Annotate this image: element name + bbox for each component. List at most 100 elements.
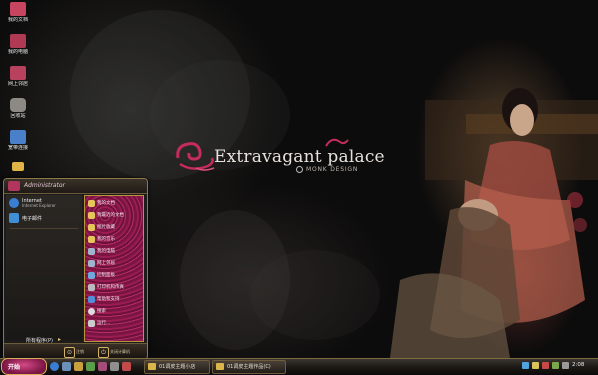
pinned-internet[interactable]: Internet Internet Explorer [8,197,80,209]
desktop-icon-folder[interactable] [2,162,34,171]
wallpaper-title: Extravagant palace [214,147,385,167]
places-item-label: 搜索 [97,309,106,314]
desktop-icon-my-documents[interactable]: 我的文档 [2,2,34,23]
recycle-bin-icon [10,98,26,112]
clock[interactable]: 2:08 [572,362,584,368]
folder-icon [12,162,24,171]
desktop-icon-network[interactable]: 网上邻居 [2,66,34,87]
lotus-leaf-decoration [250,250,380,340]
arrow-right-icon: ▸ [58,336,62,343]
desktop-icon-recycle-bin[interactable]: 回收站 [2,98,34,119]
start-button-label: 开始 [8,364,21,371]
taskbar-button[interactable]: 01调皮主题作品(C) [212,360,286,374]
desktop-icon-my-computer[interactable]: 我的电脑 [2,34,34,55]
quick-launch-icon[interactable] [86,362,95,371]
network-icon [88,260,95,267]
places-item-my-documents[interactable]: 我的文档 [88,199,136,208]
run-icon [88,320,95,327]
taskbar-button[interactable]: 01调皮主题小店 [144,360,210,374]
places-item-label: 我的音乐 [97,237,115,242]
swirl-cloud-icon [176,142,215,171]
places-item-recent[interactable]: 我最近的文档 [88,211,136,220]
network-icon [10,66,26,80]
antivirus-icon[interactable] [542,362,549,369]
ie-icon [9,198,19,208]
quick-launch-icon[interactable] [122,362,131,371]
places-item-label: 我的电脑 [97,249,115,254]
places-item-music[interactable]: 我的音乐 [88,235,136,244]
pinned-title: 电子邮件 [22,216,43,222]
start-button[interactable]: 开始 [1,358,47,375]
volume-icon[interactable] [532,362,539,369]
computer-icon [10,34,26,48]
quick-launch-icon[interactable] [98,362,107,371]
places-item-label: 图片收藏 [97,225,115,230]
desktop-icon-label: 宽带连接 [7,145,28,151]
tray-app-icon[interactable] [562,362,569,369]
help-icon [88,296,95,303]
swirl-accent-icon [325,138,349,147]
places-item-label: 控制面板 [97,273,115,278]
start-menu: Administrator Internet Internet Explorer… [3,178,148,360]
start-menu-footer: ⊙ 注销 ⏻ 关闭计算机 [4,343,147,359]
show-desktop-icon[interactable] [62,362,71,371]
desktop-icon-label: 网上邻居 [7,81,28,87]
start-menu-header: Administrator [4,179,147,194]
computer-icon [88,248,95,255]
media-player-icon[interactable] [74,362,83,371]
start-menu-places-list: 我的文档 我最近的文档 图片收藏 我的音乐 我的电脑 网上邻居 控制面板 打印机… [84,195,144,342]
places-item-pictures[interactable]: 图片收藏 [88,223,136,232]
shutdown-button[interactable]: ⏻ [98,347,109,358]
network-status-icon[interactable] [522,362,529,369]
wallpaper-subtitle-text: MONK DESIGN [306,166,359,173]
pinned-email[interactable]: 电子邮件 [8,212,80,224]
desktop-icon-broadband[interactable]: 宽带连接 [2,130,34,151]
places-item-network[interactable]: 网上邻居 [88,259,136,268]
documents-icon [10,2,26,16]
system-tray [520,360,596,372]
taskbar: 开始 01调皮主题小店 01调皮主题作品(C) 2:08 [0,358,598,375]
places-item-run[interactable]: 运行... [88,319,136,328]
folder-icon [148,363,156,370]
music-icon [88,236,95,243]
places-item-label: 网上邻居 [97,261,115,266]
documents-icon [88,200,95,207]
desktop-icon-label: 回收站 [10,113,26,119]
broadband-icon [10,130,26,144]
pinned-subtitle: Internet Explorer [22,203,56,208]
places-item-search[interactable]: 搜索 [88,307,136,316]
places-item-label: 我的文档 [97,201,115,206]
wallpaper-photo [390,88,598,358]
email-icon [9,213,19,223]
pictures-icon [88,224,95,231]
wallpaper-subtitle: MONK DESIGN [296,166,358,173]
search-icon [88,308,95,315]
avatar[interactable] [8,181,20,191]
quick-launch-icon[interactable] [110,362,119,371]
taskbar-button-label: 01调皮主题作品(C) [227,364,271,370]
logoff-button[interactable]: ⊙ [64,347,75,358]
taskbar-button-label: 01调皮主题小店 [159,364,196,370]
places-item-control-panel[interactable]: 控制面板 [88,271,136,280]
recent-icon [88,212,95,219]
places-item-label: 我最近的文档 [97,213,124,218]
wallpaper-logo: Extravagant palace MONK DESIGN [174,138,385,178]
folder-icon [216,363,224,370]
places-item-help[interactable]: 帮助和支持 [88,295,136,304]
user-name: Administrator [24,182,66,189]
places-item-label: 运行... [97,321,111,326]
ie-icon[interactable] [50,362,59,371]
desktop-icon-label: 我的文档 [7,17,28,23]
circle-icon [296,166,303,173]
desktop-icon-label: 我的电脑 [7,49,28,55]
printer-icon [88,284,95,291]
places-item-label: 帮助和支持 [97,297,120,302]
places-item-label: 打印机和传真 [97,285,124,290]
tray-app-icon[interactable] [552,362,559,369]
places-item-my-computer[interactable]: 我的电脑 [88,247,136,256]
start-menu-pinned-list: Internet Internet Explorer 电子邮件 [6,195,82,340]
shutdown-label: 关闭计算机 [110,349,130,354]
places-item-printers[interactable]: 打印机和传真 [88,283,136,292]
control-panel-icon [88,272,95,279]
divider [10,228,78,229]
